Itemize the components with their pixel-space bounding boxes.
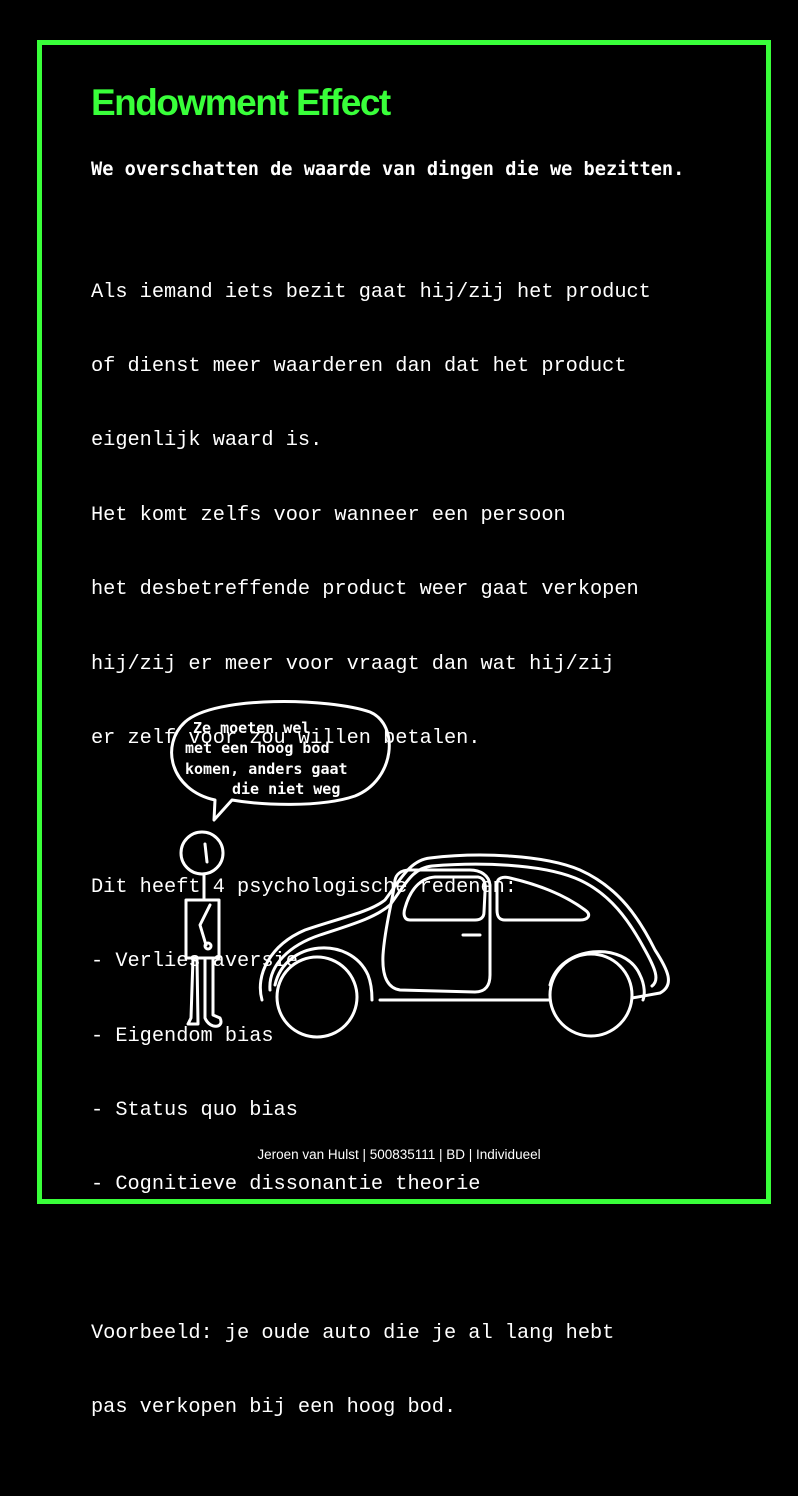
speech-line: die niet weg bbox=[232, 780, 340, 798]
text-line: of dienst meer waarderen dan dat het pro… bbox=[91, 354, 627, 378]
speech-line: met een hoog bod bbox=[185, 739, 330, 757]
text-line: pas verkopen bij een hoog bod. bbox=[91, 1396, 457, 1420]
text-line: eigenlijk waard is. bbox=[91, 429, 323, 453]
illustration: Ze moeten wel met een hoog bod komen, an… bbox=[170, 700, 670, 1039]
text-line: hij/zij er meer voor vraagt dan wat hij/… bbox=[91, 652, 615, 676]
footer-credits: Jeroen van Hulst | 500835111 | BD | Indi… bbox=[257, 1147, 541, 1162]
speech-line: komen, anders gaat bbox=[185, 760, 348, 778]
text-line: het desbetreffende product weer gaat ver… bbox=[91, 578, 639, 602]
text-line: Het komt zelfs voor wanneer een persoon bbox=[91, 503, 566, 527]
list-item: - Status quo bias bbox=[91, 1098, 298, 1122]
text-line: Voorbeeld: je oude auto die je al lang h… bbox=[91, 1322, 615, 1346]
list-item: - Cognitieve dissonantie theorie bbox=[91, 1173, 481, 1197]
page-title: Endowment Effect bbox=[91, 82, 391, 123]
stick-figure-icon bbox=[179, 830, 225, 1028]
speech-bubble-icon: Ze moeten wel met een hoog bod komen, an… bbox=[170, 700, 391, 822]
subtitle: We overschatten de waarde van dingen die… bbox=[91, 159, 685, 180]
text-line: Als iemand iets bezit gaat hij/zij het p… bbox=[91, 280, 651, 304]
paragraph-example: Voorbeeld: je oude auto die je al lang h… bbox=[91, 1272, 731, 1470]
speech-line: Ze moeten wel bbox=[193, 719, 310, 737]
car-icon bbox=[258, 853, 670, 1039]
